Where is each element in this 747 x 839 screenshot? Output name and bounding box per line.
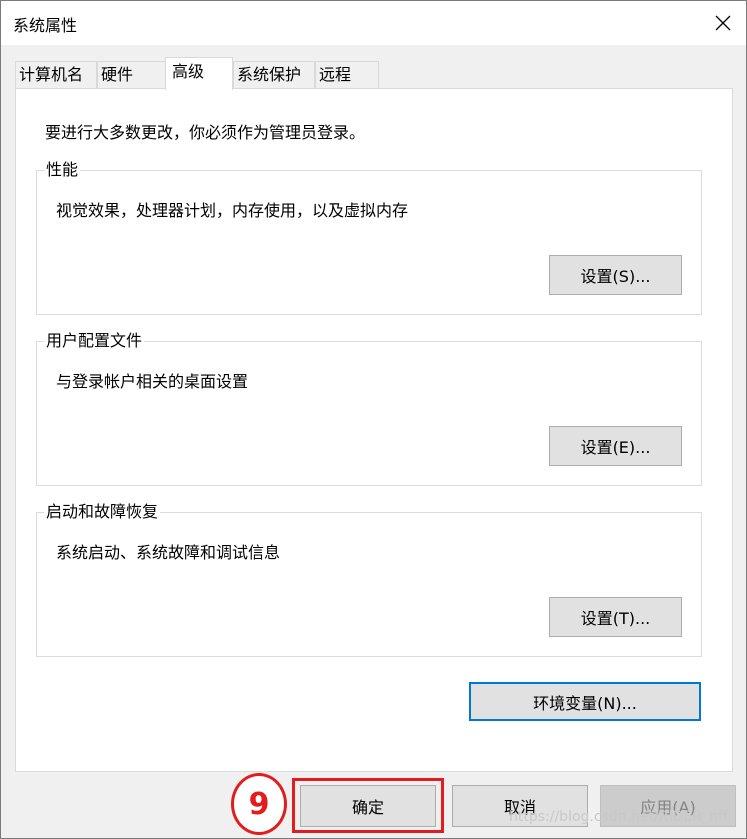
group-description: 视觉效果，处理器计划，内存使用，以及虚拟内存	[56, 201, 409, 220]
tab-hardware[interactable]: 硬件	[97, 61, 166, 89]
tab-computer-name[interactable]: 计算机名	[15, 61, 97, 89]
title-bar[interactable]: 系统属性	[1, 1, 746, 45]
startup-recovery-group: 启动和故障恢复 系统启动、系统故障和调试信息 设置(T)...	[36, 502, 702, 657]
tab-system-protection[interactable]: 系统保护	[233, 61, 315, 89]
startup-recovery-settings-button[interactable]: 设置(T)...	[549, 597, 682, 637]
close-button[interactable]	[700, 1, 746, 45]
admin-notice: 要进行大多数更改，你必须作为管理员登录。	[45, 123, 366, 142]
group-description: 系统启动、系统故障和调试信息	[56, 543, 281, 562]
ok-button[interactable]: 确定	[300, 785, 436, 827]
group-description: 与登录帐户相关的桌面设置	[56, 372, 249, 391]
group-legend: 性能	[44, 160, 81, 180]
close-icon	[715, 15, 731, 31]
user-profiles-settings-button[interactable]: 设置(E)...	[549, 426, 682, 466]
performance-group: 性能 视觉效果，处理器计划，内存使用，以及虚拟内存 设置(S)...	[36, 160, 702, 315]
performance-settings-button[interactable]: 设置(S)...	[549, 255, 682, 295]
environment-variables-button[interactable]: 环境变量(N)...	[469, 682, 701, 721]
watermark: https://blog.csdn.net/RIDER_hff	[509, 809, 728, 825]
group-legend: 用户配置文件	[44, 331, 145, 351]
user-profiles-group: 用户配置文件 与登录帐户相关的桌面设置 设置(E)...	[36, 331, 702, 486]
step-number-badge: 9	[231, 773, 287, 835]
group-legend: 启动和故障恢复	[44, 502, 161, 522]
advanced-tab-panel: 要进行大多数更改，你必须作为管理员登录。 性能 视觉效果，处理器计划，内存使用，…	[15, 88, 733, 772]
system-properties-window: 系统属性 计算机名 硬件 高级 系统保护 远程 要进行大多数更改，你必须作为管理…	[0, 0, 747, 839]
tab-remote[interactable]: 远程	[315, 61, 379, 89]
tab-advanced[interactable]: 高级	[165, 57, 233, 90]
window-title: 系统属性	[13, 16, 78, 35]
